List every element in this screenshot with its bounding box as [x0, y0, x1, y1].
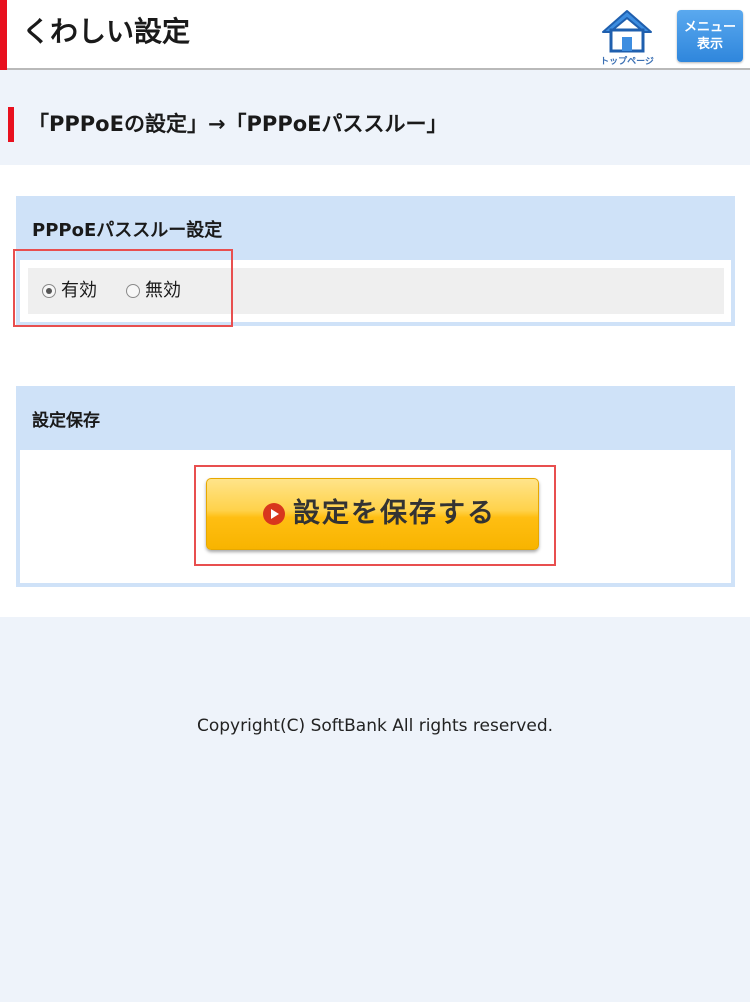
- home-button-label: トップページ: [600, 57, 654, 67]
- breadcrumb-text: 「PPPoEの設定」→「PPPoEパススルー」: [28, 112, 448, 136]
- menu-button-label-line2: 表示: [696, 37, 723, 52]
- breadcrumb: 「PPPoEの設定」→「PPPoEパススルー」: [0, 72, 750, 165]
- save-settings-button[interactable]: 設定を保存する: [206, 478, 539, 550]
- footer: Copyright(C) SoftBank All rights reserve…: [0, 617, 750, 1002]
- home-icon: [602, 10, 652, 53]
- menu-button-label-line1: メニュー: [683, 20, 736, 35]
- page-title: くわしい設定: [22, 15, 191, 48]
- save-settings-button-label: 設定を保存する: [293, 498, 496, 529]
- highlight-box-radio: [13, 249, 233, 327]
- header-accent-bar: [0, 0, 7, 70]
- play-icon: [263, 503, 285, 525]
- passthrough-settings-title: PPPoEパススルー設定: [32, 220, 223, 241]
- home-button[interactable]: トップページ: [596, 8, 658, 67]
- save-settings-title: 設定保存: [32, 411, 100, 431]
- app-header: くわしい設定 トップページ メニュー 表示: [0, 0, 750, 70]
- menu-button[interactable]: メニュー 表示: [677, 10, 743, 62]
- breadcrumb-accent-bar: [8, 107, 14, 142]
- copyright-text: Copyright(C) SoftBank All rights reserve…: [196, 716, 554, 736]
- main-content: PPPoEパススルー設定 有効 無効 設定保存 設定を保存する: [0, 165, 750, 617]
